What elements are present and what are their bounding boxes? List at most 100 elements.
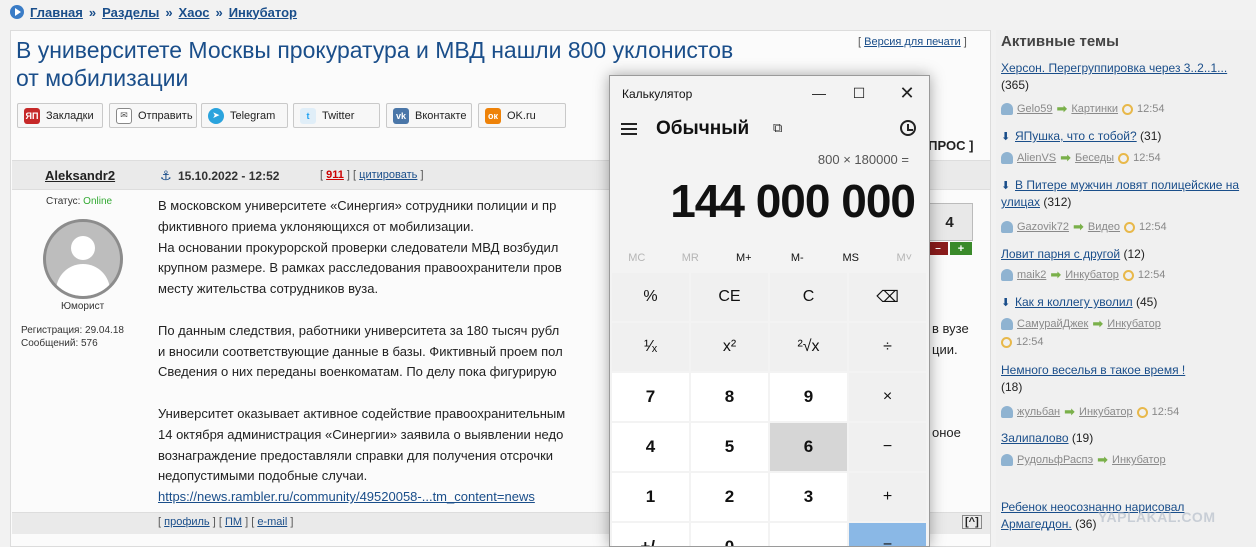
post-number[interactable]: 911 — [326, 169, 344, 181]
topic-section[interactable]: Инкубатор — [1107, 318, 1161, 330]
digit-7-button[interactable]: 7 — [612, 373, 689, 421]
percent-button[interactable]: % — [612, 273, 689, 321]
topic-user[interactable]: РудольфРаспэ — [1017, 454, 1093, 466]
breadcrumb-sections[interactable]: Разделы — [102, 5, 159, 20]
arrow-right-icon: ➡ — [1097, 452, 1109, 467]
home-icon[interactable] — [10, 5, 24, 19]
share-twitter-button[interactable]: t Twitter — [293, 103, 380, 128]
breadcrumb-incubator[interactable]: Инкубатор — [229, 5, 297, 20]
topic-title[interactable]: Немного веселья в такое время ! — [1001, 363, 1185, 377]
memory-store-button[interactable]: MS — [824, 246, 878, 270]
arrow-right-icon: ➡ — [1050, 267, 1062, 282]
topic-title[interactable]: Ловит парня с другой — [1001, 247, 1120, 261]
subtract-button[interactable]: − — [849, 423, 926, 471]
clear-entry-button[interactable]: CE — [691, 273, 768, 321]
share-vk-button[interactable]: vk Вконтакте — [386, 103, 472, 128]
topic-section[interactable]: Видео — [1088, 221, 1120, 233]
clear-button[interactable]: C — [770, 273, 847, 321]
pm-link[interactable]: ПМ — [225, 516, 242, 528]
topic-title[interactable]: Как я коллегу уволил — [1015, 295, 1133, 309]
memory-add-button[interactable]: M+ — [717, 246, 771, 270]
topic-section[interactable]: Инкубатор — [1065, 269, 1119, 281]
negate-button[interactable]: +/- — [612, 523, 689, 546]
topic-item: Залипалово (19) — [1001, 430, 1246, 447]
calculator-window[interactable]: Калькулятор — ☐ ✕ Обычный ⧉ 800 × 180000… — [609, 75, 930, 547]
share-send-button[interactable]: ✉ Отправить — [109, 103, 197, 128]
square-root-button[interactable]: ²√x — [770, 323, 847, 371]
envelope-icon: ✉ — [116, 107, 132, 124]
breadcrumb: Главная » Разделы » Хаос » Инкубатор — [10, 3, 297, 21]
calculator-titlebar[interactable]: Калькулятор — ☐ ✕ — [610, 76, 929, 110]
history-icon[interactable] — [900, 120, 916, 136]
add-button[interactable]: + — [849, 473, 926, 521]
digit-8-button[interactable]: 8 — [691, 373, 768, 421]
topic-section[interactable]: Беседы — [1075, 152, 1114, 164]
memory-subtract-button[interactable]: M- — [771, 246, 825, 270]
topic-time: 12:54 — [1137, 103, 1165, 115]
topic-section[interactable]: Инкубатор — [1112, 454, 1166, 466]
anchor-icon[interactable]: ⚓ — [160, 168, 172, 184]
rate-minus-button[interactable]: – — [928, 242, 948, 255]
square-button[interactable]: x² — [691, 323, 768, 371]
decimal-button[interactable]: , — [770, 523, 847, 546]
avatar[interactable] — [43, 219, 123, 299]
topic-time: 12:54 — [1137, 269, 1166, 281]
minimize-icon[interactable]: — — [804, 82, 834, 104]
memory-list-button[interactable]: M˅ — [878, 246, 930, 270]
topic-section[interactable]: Инкубатор — [1079, 406, 1133, 418]
maximize-icon[interactable]: ☐ — [844, 82, 874, 104]
status-value: Online — [83, 196, 113, 207]
topic-title[interactable]: Залипалово — [1001, 431, 1069, 445]
topic-time: 12:54 — [1139, 221, 1167, 233]
share-ok-button[interactable]: ок OK.ru — [478, 103, 566, 128]
topic-user[interactable]: AlienVS — [1017, 152, 1056, 164]
clock-icon — [1118, 152, 1130, 164]
rate-plus-button[interactable]: + — [950, 242, 972, 255]
breadcrumb-home[interactable]: Главная — [30, 5, 83, 20]
source-link[interactable]: https://news.rambler.ru/community/495200… — [158, 489, 535, 504]
digit-0-button[interactable]: 0 — [691, 523, 768, 546]
digit-9-button[interactable]: 9 — [770, 373, 847, 421]
digit-4-button[interactable]: 4 — [612, 423, 689, 471]
topic-user[interactable]: СамурайДжек — [1017, 318, 1088, 330]
quote-link[interactable]: цитировать — [359, 169, 417, 181]
reciprocal-button[interactable]: ¹⁄ₓ — [612, 323, 689, 371]
digit-2-button[interactable]: 2 — [691, 473, 768, 521]
post-author[interactable]: Aleksandr2 — [45, 168, 115, 183]
breadcrumb-chaos[interactable]: Хаос — [179, 5, 210, 20]
close-icon[interactable]: ✕ — [892, 82, 922, 104]
topic-meta: СамурайДжек ➡ Инкубатор — [1001, 316, 1161, 332]
profile-link[interactable]: профиль — [164, 516, 210, 528]
topic-meta: Gelo59 ➡ Картинки 12:54 — [1001, 101, 1165, 117]
topic-title[interactable]: ЯПушка, что с тобой? — [1015, 129, 1137, 143]
memory-clear-button[interactable]: MC — [610, 246, 664, 270]
share-bookmarks-button[interactable]: ЯП Закладки — [17, 103, 103, 128]
topic-user[interactable]: Gazovik72 — [1017, 221, 1069, 233]
digit-3-button[interactable]: 3 — [770, 473, 847, 521]
post-line-fragment: ции. — [932, 342, 958, 357]
to-top-button[interactable]: [^] — [962, 515, 982, 529]
equals-button[interactable]: = — [849, 523, 926, 546]
clock-icon — [1124, 221, 1136, 233]
topic-title[interactable]: Херсон. Перегруппировка через 3..2..1... — [1001, 61, 1227, 75]
topic-meta: maik2 ➡ Инкубатор 12:54 — [1001, 267, 1165, 283]
keep-on-top-icon[interactable]: ⧉ — [773, 120, 782, 136]
post-rating: 4 — [926, 203, 973, 241]
topic-user[interactable]: жульбан — [1017, 406, 1060, 418]
topic-user[interactable]: maik2 — [1017, 269, 1046, 281]
digit-6-button[interactable]: 6 — [770, 423, 847, 471]
backspace-button[interactable]: ⌫ — [849, 273, 926, 321]
divide-button[interactable]: ÷ — [849, 323, 926, 371]
topic-title[interactable]: В Питере мужчин ловят полицейские на ули… — [1001, 178, 1239, 209]
topic-user[interactable]: Gelo59 — [1017, 103, 1052, 115]
multiply-button[interactable]: × — [849, 373, 926, 421]
hamburger-menu-icon[interactable] — [621, 123, 637, 135]
share-telegram-button[interactable]: ➤ Telegram — [201, 103, 288, 128]
digit-1-button[interactable]: 1 — [612, 473, 689, 521]
digit-5-button[interactable]: 5 — [691, 423, 768, 471]
topic-section[interactable]: Картинки — [1071, 103, 1118, 115]
memory-recall-button[interactable]: MR — [664, 246, 718, 270]
avatar-body — [56, 264, 110, 296]
print-version-link[interactable]: Версия для печати — [864, 36, 961, 48]
email-link[interactable]: e-mail — [257, 516, 287, 528]
